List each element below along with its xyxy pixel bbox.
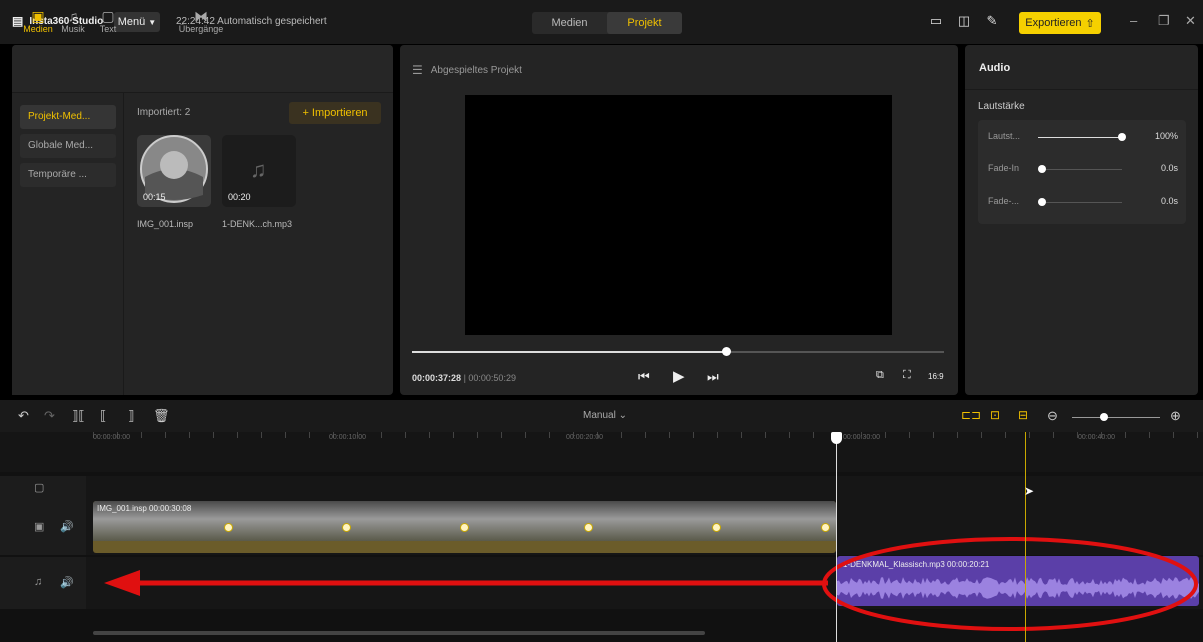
mouse-cursor-icon: ➤ (1024, 484, 1035, 498)
timeline-scrollbar[interactable] (93, 631, 705, 635)
playhead-handle[interactable] (831, 432, 842, 444)
annotation-overlay (104, 537, 1198, 631)
red-arrow-head (104, 570, 140, 596)
marker-line (1025, 432, 1026, 642)
playhead-line (836, 432, 837, 642)
red-highlight-ellipse (822, 537, 1198, 631)
